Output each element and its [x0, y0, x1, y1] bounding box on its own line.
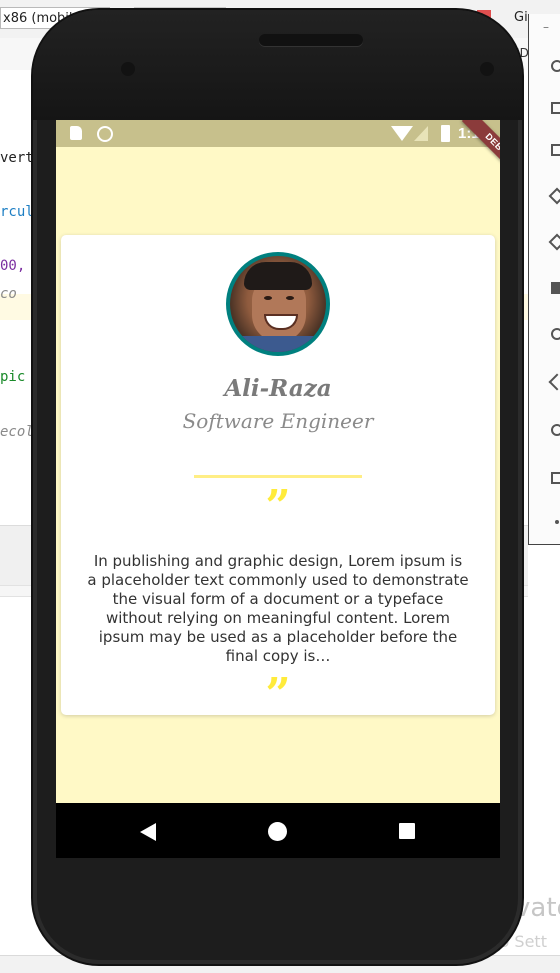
camera-icon[interactable]	[551, 282, 560, 294]
code-line: ecol	[0, 424, 34, 440]
sync-icon	[97, 126, 113, 142]
code-line: 00,	[0, 258, 26, 274]
volume-up-icon[interactable]	[551, 102, 560, 114]
front-camera	[480, 62, 494, 76]
git-label[interactable]: Gi	[514, 10, 528, 25]
code-line: vert	[0, 150, 34, 166]
overview-icon[interactable]	[551, 472, 560, 484]
sensor-dot	[121, 62, 135, 76]
avatar-shirt	[230, 336, 326, 352]
minimize-icon[interactable]: –	[543, 20, 549, 34]
divider	[194, 475, 362, 478]
code-line: rcul	[0, 204, 34, 220]
phone-screen: 1:19 DEBUG Ali-Raza Software Engineer ” …	[56, 120, 500, 858]
sd-card-icon	[70, 126, 82, 140]
avatar	[226, 252, 330, 356]
signal-icon	[414, 126, 428, 141]
open-quote-icon: ”	[265, 485, 291, 525]
close-quote-icon: ”	[265, 673, 291, 713]
phone-bezel-top	[33, 10, 522, 120]
back-icon[interactable]	[140, 823, 156, 841]
more-icon[interactable]	[555, 520, 559, 524]
profile-name: Ali-Raza	[224, 375, 332, 402]
recents-icon[interactable]	[399, 823, 415, 839]
code-line: pic	[0, 369, 26, 385]
avatar-photo	[230, 256, 326, 352]
power-icon[interactable]	[551, 60, 560, 72]
back-icon[interactable]	[548, 373, 560, 391]
speaker-grille	[259, 34, 363, 46]
home-icon[interactable]	[551, 424, 560, 436]
status-bar: 1:19	[56, 120, 500, 147]
android-nav-bar	[56, 803, 500, 858]
emulator-side-panel: –	[528, 14, 560, 545]
avatar-hair	[244, 262, 312, 290]
profile-quote-card: Ali-Raza Software Engineer ” In publishi…	[61, 235, 495, 715]
avatar-eye	[264, 296, 272, 300]
battery-icon	[441, 125, 450, 142]
wifi-icon	[391, 126, 413, 141]
home-icon[interactable]	[268, 822, 287, 841]
profile-title: Software Engineer	[182, 409, 374, 433]
rotate-left-icon[interactable]	[548, 187, 560, 205]
avatar-eye	[286, 296, 294, 300]
zoom-icon[interactable]	[551, 328, 560, 340]
rotate-right-icon[interactable]	[548, 233, 560, 251]
quote-text: In publishing and graphic design, Lorem …	[87, 552, 469, 665]
code-line: co	[0, 286, 17, 302]
volume-down-icon[interactable]	[551, 144, 560, 156]
